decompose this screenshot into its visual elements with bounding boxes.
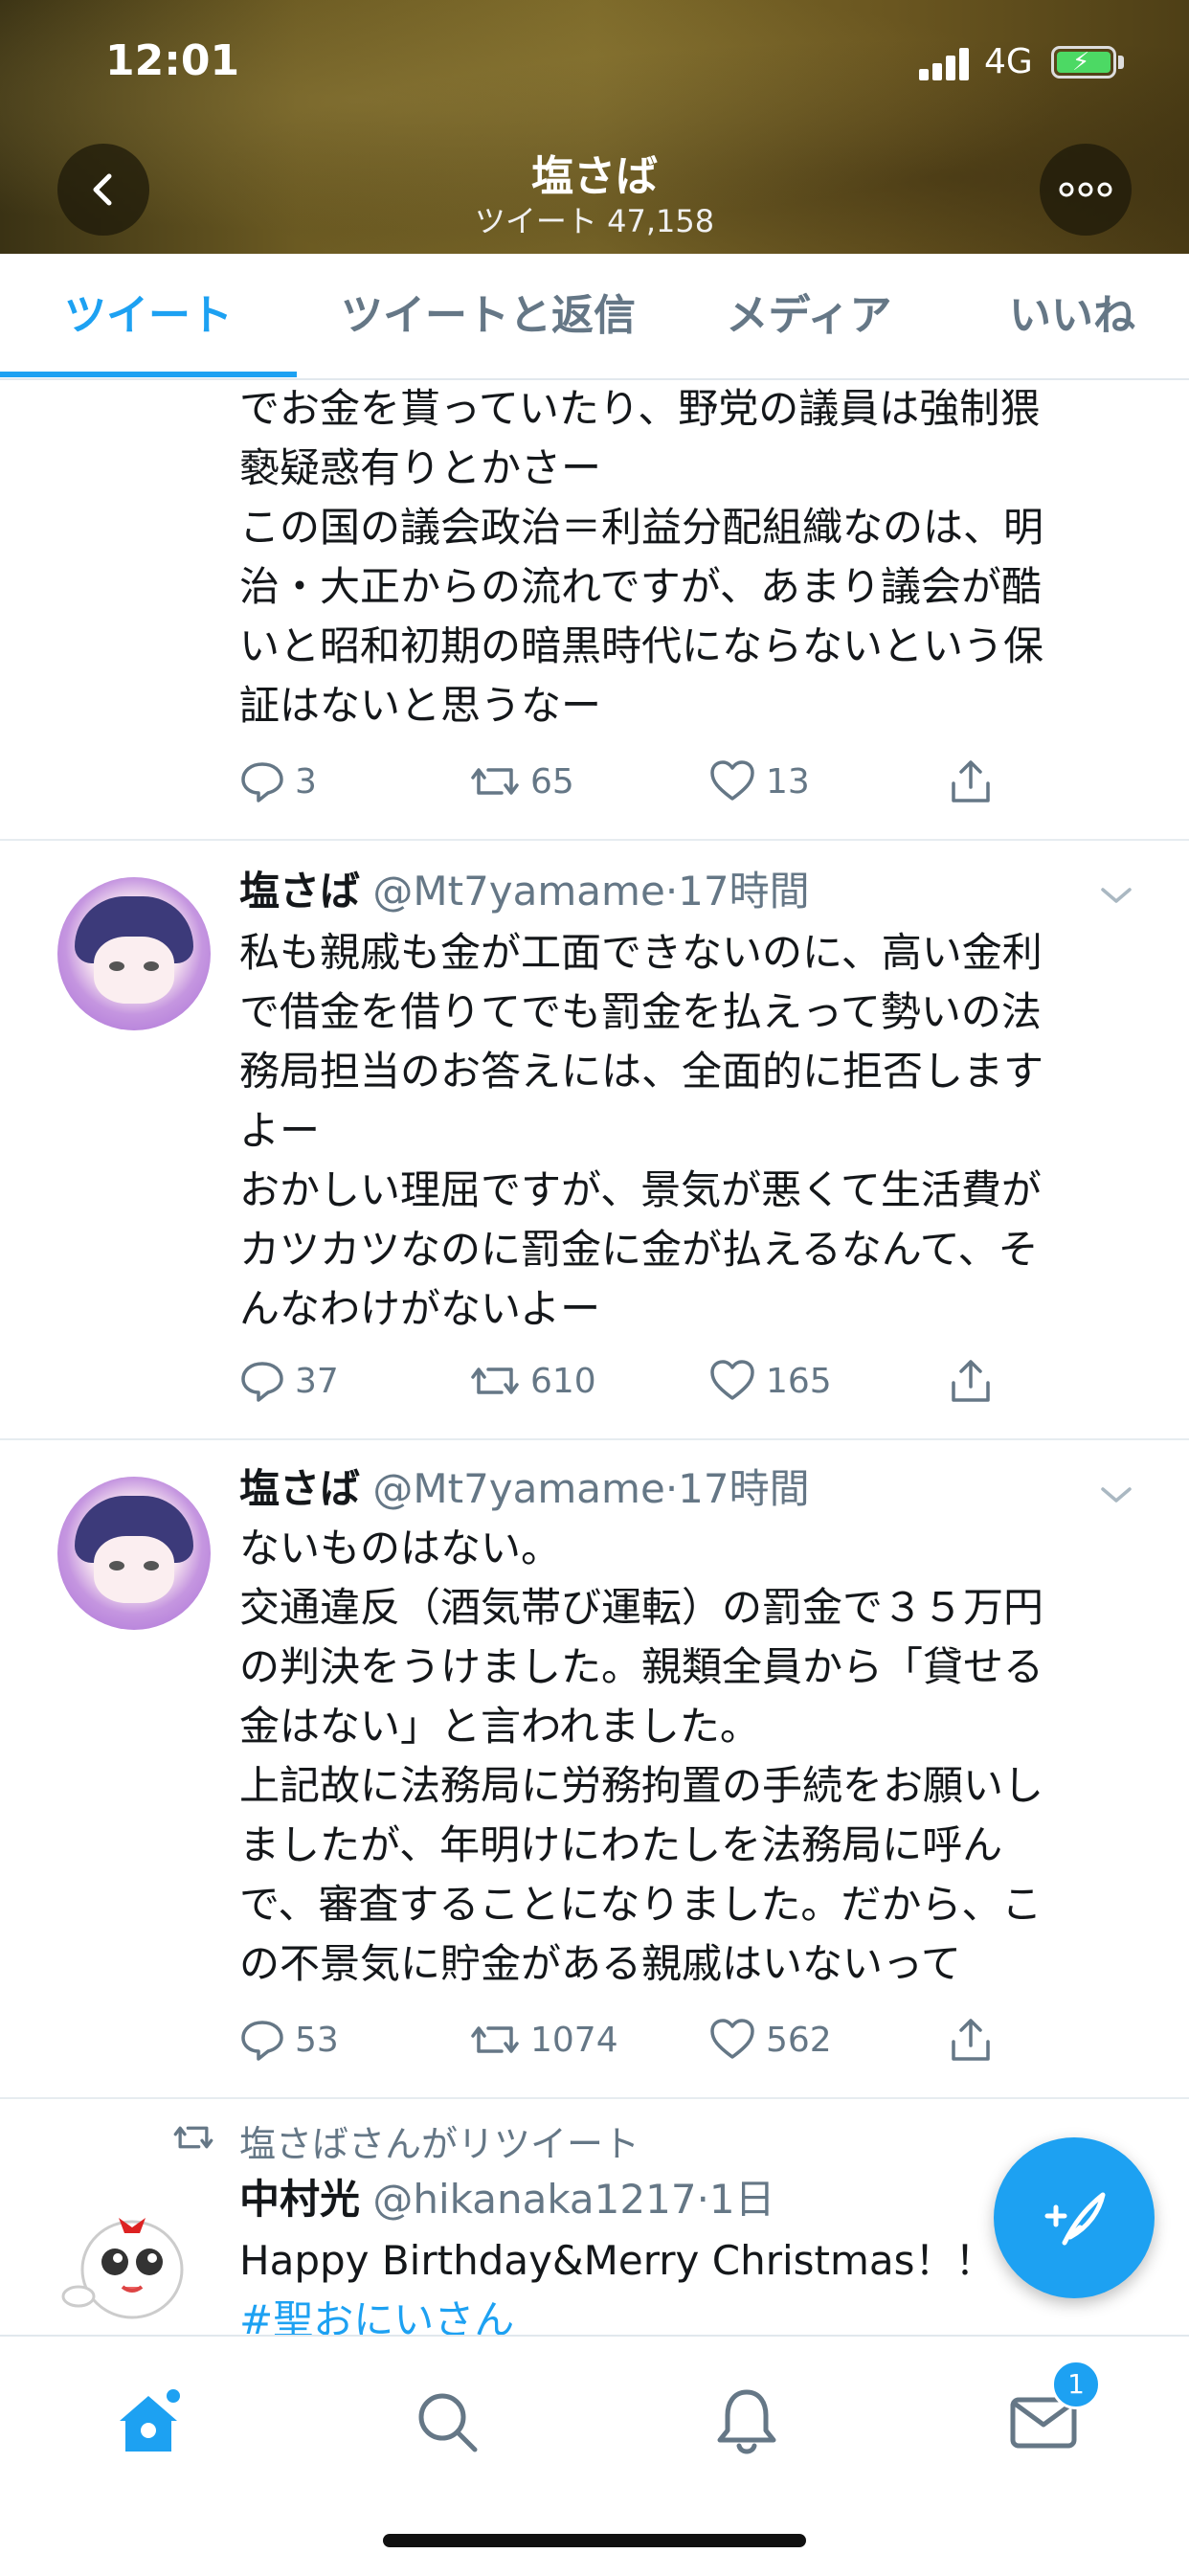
tweet-author-handle[interactable]: @Mt7yamame — [372, 868, 664, 915]
tweet-item[interactable]: でお金を貰っていたり、野党の議員は強制猥 褻疑惑有りとかさー この国の議会政治＝… — [0, 379, 1189, 841]
heart-icon — [710, 760, 754, 801]
share-button[interactable] — [948, 758, 1003, 804]
tweet-actions: 3 65 13 — [239, 758, 1101, 816]
tweet-author-name[interactable]: 塩さば — [239, 868, 360, 915]
tweet-header: 塩さば @Mt7yamame·17時間 — [239, 862, 810, 921]
tweet-item[interactable]: 塩さば @Mt7yamame·17時間 私も親戚も金が工面できないのに、高い金利… — [0, 839, 1189, 1440]
tweet-author-handle[interactable]: @Mt7yamame — [372, 1465, 664, 1512]
like-button[interactable]: 562 — [708, 2017, 832, 2063]
tweet-text: Happy Birthday&Merry Christmas！！ — [239, 2237, 996, 2284]
reply-icon — [241, 2021, 283, 2061]
messages-unread-badge: 1 — [1051, 2360, 1101, 2409]
charging-bolt-icon: ⚡ — [1072, 48, 1090, 77]
avatar[interactable] — [57, 1477, 211, 1630]
search-icon — [418, 2393, 478, 2452]
hashtag-link[interactable]: #聖おにいさん — [239, 2291, 1120, 2335]
reply-icon — [241, 1362, 283, 1402]
retweet-icon — [471, 1367, 519, 1394]
ellipsis-icon — [1059, 182, 1112, 197]
share-icon — [952, 2019, 990, 2061]
tweet-text: ないものはない。 交通違反（酒気帯び運転）の罰金で３５万円 の判決をうけました。… — [239, 1525, 1044, 1987]
network-type: 4G — [984, 42, 1033, 81]
chevron-down-icon[interactable] — [1099, 877, 1133, 912]
more-options-button[interactable] — [1040, 144, 1132, 236]
status-time: 12:01 — [105, 36, 240, 85]
retweet-icon — [471, 2026, 519, 2053]
reply-button[interactable]: 3 — [239, 758, 317, 804]
like-button[interactable]: 13 — [708, 758, 810, 804]
avatar[interactable] — [57, 2183, 201, 2327]
reply-count: 3 — [295, 761, 317, 802]
battery-tip — [1118, 56, 1124, 69]
tweet-author-name[interactable]: 塩さば — [239, 1465, 360, 1512]
share-button[interactable] — [948, 2017, 1003, 2063]
tweet-feed[interactable]: でお金を貰っていたり、野党の議員は強制猥 褻疑惑有りとかさー この国の議会政治＝… — [0, 379, 1189, 2335]
tweet-header: 中村光 @hikanaka1217·1日 — [239, 2170, 775, 2229]
signal-strength-icon — [919, 46, 973, 80]
tweet-author-name[interactable]: 中村光 — [239, 2176, 360, 2223]
nav-search[interactable] — [400, 2375, 496, 2471]
reply-button[interactable]: 53 — [239, 2017, 339, 2063]
retweet-button[interactable]: 65 — [469, 758, 574, 804]
tweet-time: ·1日 — [696, 2176, 775, 2223]
retweet-button[interactable]: 610 — [469, 1358, 596, 1404]
like-count: 165 — [766, 1361, 832, 1401]
profile-tabs: ツイート ツイートと返信 メディア いいね — [0, 254, 1189, 380]
tab-likes[interactable]: いいね — [976, 254, 1168, 378]
tweet-actions: 37 610 165 — [239, 1358, 1101, 1415]
bell-icon — [717, 2389, 776, 2454]
retweeted-by-label: 塩さばさんがリツイート — [239, 2123, 640, 2165]
retweet-count: 1074 — [530, 2020, 618, 2060]
heart-icon — [710, 1360, 754, 1400]
retweet-button[interactable]: 1074 — [469, 2017, 618, 2063]
retweet-icon — [471, 768, 519, 795]
heart-icon — [710, 2019, 754, 2059]
retweet-small-icon — [172, 2118, 214, 2160]
active-tab-indicator — [0, 372, 297, 377]
tab-tweets[interactable]: ツイート — [19, 254, 278, 378]
tweet-author-handle[interactable]: @hikanaka1217 — [372, 2176, 696, 2223]
tweet-time: ·17時間 — [664, 868, 810, 915]
tweet-count: ツイート 47,158 — [474, 203, 715, 239]
tweet-text: でお金を貰っていたり、野党の議員は強制猥 褻疑惑有りとかさー この国の議会政治＝… — [239, 385, 1044, 729]
reply-count: 53 — [295, 2020, 339, 2060]
profile-header: 12:01 4G ⚡ 塩さば ツイート 47,158 — [0, 0, 1189, 254]
share-icon — [952, 1360, 990, 1402]
nav-notifications[interactable] — [699, 2375, 795, 2471]
like-count: 562 — [766, 2020, 832, 2060]
share-button[interactable] — [948, 1358, 1003, 1404]
home-indicator[interactable] — [383, 2534, 806, 2547]
tweet-time: ·17時間 — [664, 1465, 810, 1512]
compose-feather-icon — [1044, 2192, 1106, 2246]
like-count: 13 — [766, 761, 810, 802]
tweet-actions: 53 1074 562 — [239, 2017, 1101, 2074]
nav-home[interactable] — [101, 2375, 196, 2471]
tweet-item[interactable]: 塩さば @Mt7yamame·17時間 ないものはない。 交通違反（酒気帯び運転… — [0, 1438, 1189, 2099]
avatar[interactable] — [57, 877, 211, 1030]
tweet-header: 塩さば @Mt7yamame·17時間 — [239, 1459, 810, 1519]
like-button[interactable]: 165 — [708, 1358, 832, 1404]
home-icon — [120, 2389, 180, 2452]
reply-button[interactable]: 37 — [239, 1358, 339, 1404]
tab-tweets-and-replies[interactable]: ツイートと返信 — [325, 254, 651, 378]
chevron-down-icon[interactable] — [1099, 1477, 1133, 1511]
retweet-count: 610 — [530, 1361, 596, 1401]
compose-tweet-button[interactable] — [994, 2137, 1155, 2298]
reply-icon — [241, 762, 283, 802]
share-icon — [952, 760, 990, 802]
reply-count: 37 — [295, 1361, 339, 1401]
tab-media[interactable]: メディア — [699, 254, 919, 378]
tweet-text: 私も親戚も金が工面できないのに、高い金利 で借金を借りてでも罰金を払えって勢いの… — [239, 929, 1044, 1332]
profile-name: 塩さば — [531, 152, 658, 201]
retweet-count: 65 — [530, 761, 574, 802]
